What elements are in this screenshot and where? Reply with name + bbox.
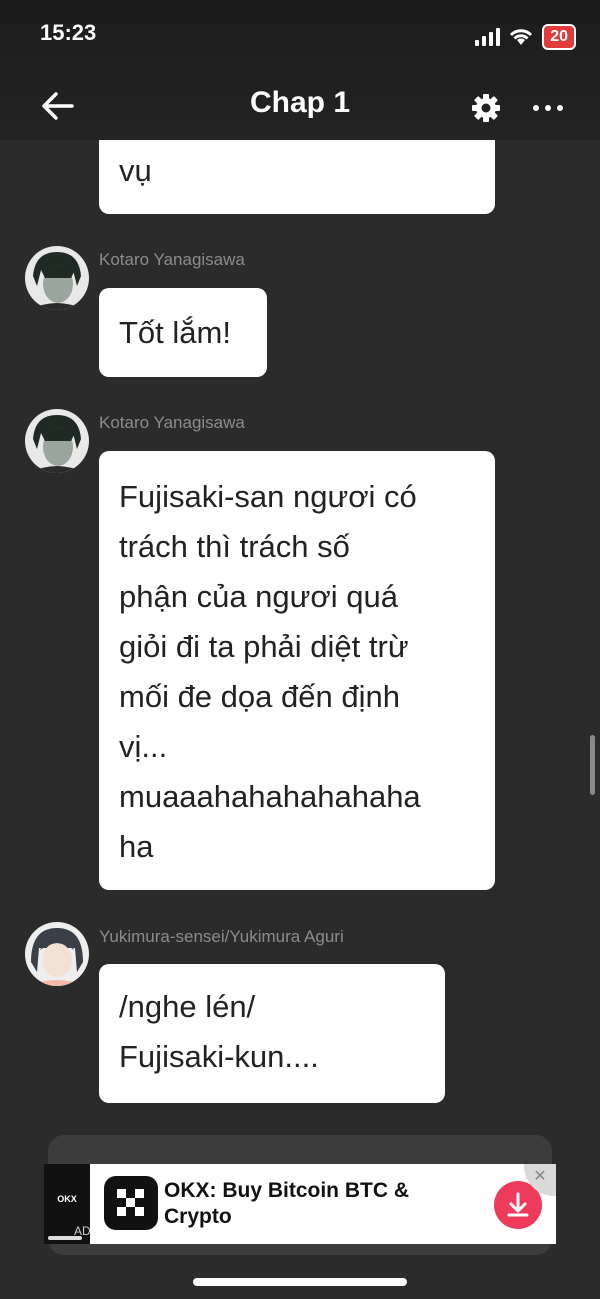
sender-name: Yukimura-sensei/Yukimura Aguri xyxy=(99,927,344,946)
ad-title[interactable]: OKX: Buy Bitcoin BTC & Crypto xyxy=(164,1178,434,1230)
message-line: giỏi đi ta phải diệt trừ xyxy=(119,629,409,664)
message-text: vụ xyxy=(119,153,152,188)
message-line: ha xyxy=(119,829,154,864)
battery-indicator: 20 xyxy=(542,24,576,50)
message-line: phận của ngươi quá xyxy=(119,579,398,614)
message-bubble: /nghe lén/ Fujisaki-kun.... xyxy=(99,964,445,1103)
signal-icon xyxy=(475,28,501,46)
sender-name: Kotaro Yanagisawa xyxy=(99,250,245,269)
okx-logo-icon xyxy=(104,1176,158,1230)
more-horizontal-icon[interactable] xyxy=(530,92,566,124)
avatar[interactable] xyxy=(25,409,89,473)
svg-text:OKX: OKX xyxy=(57,1194,77,1204)
message-bubble: Tốt lắm! xyxy=(99,288,267,377)
status-icons: 20 xyxy=(475,24,576,50)
avatar[interactable] xyxy=(25,922,89,986)
message-line: mối đe dọa đến định xyxy=(119,679,400,714)
status-time: 15:23 xyxy=(40,20,97,45)
message-line: /nghe lén/ xyxy=(119,989,256,1024)
message-line: trách thì trách số xyxy=(119,529,350,564)
gear-icon[interactable] xyxy=(470,92,502,124)
sender-name: Kotaro Yanagisawa xyxy=(99,413,245,432)
message-line: vị... xyxy=(119,729,168,764)
message-bubble: vụ xyxy=(99,140,495,214)
message-text: Tốt lắm! xyxy=(119,315,231,350)
home-indicator[interactable] xyxy=(193,1278,407,1286)
message-line: Fujisaki-san ngươi có xyxy=(119,479,417,514)
status-bar: 15:23 20 xyxy=(0,0,600,72)
message-line: Fujisaki-kun.... xyxy=(119,1039,319,1074)
ad-label: AD xyxy=(74,1224,91,1238)
scrollbar[interactable] xyxy=(590,735,595,795)
page-title: Chap 1 xyxy=(249,86,351,119)
nav-bar: Chap 1 xyxy=(0,72,600,140)
message-line: muaaahahahahahaha xyxy=(119,779,421,814)
ad-banner[interactable]: OKX AD OKX: Buy Bitcoin BTC & Crypto ✕ xyxy=(44,1164,556,1244)
wifi-icon xyxy=(510,29,533,45)
message-bubble: Fujisaki-san ngươi có trách thì trách số… xyxy=(99,451,495,890)
avatar[interactable] xyxy=(25,246,89,310)
